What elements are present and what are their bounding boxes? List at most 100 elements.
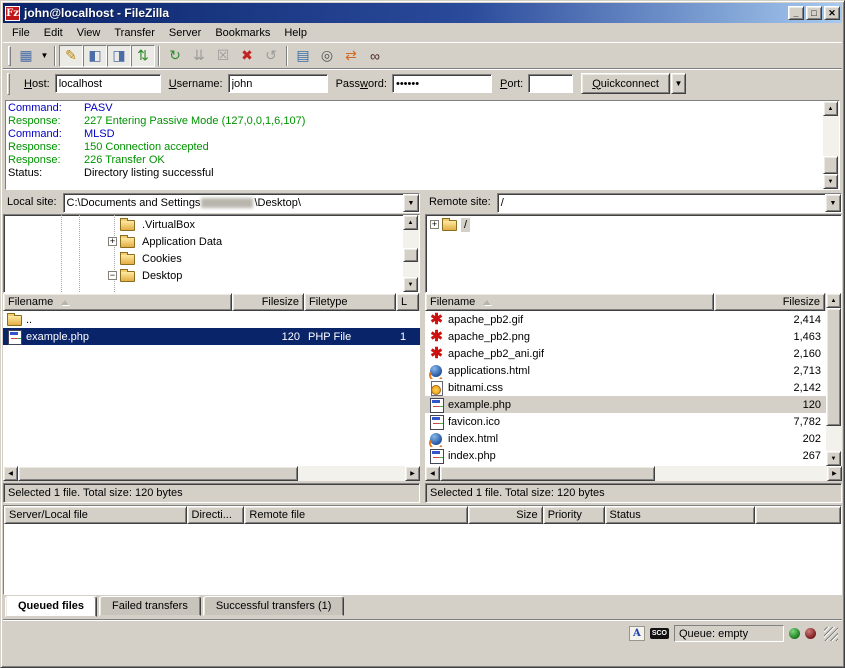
file-row[interactable]: ✱apache_pb2.png1,463 — [425, 328, 826, 345]
maximize-button[interactable]: □ — [806, 6, 822, 20]
tab-successful-transfers-[interactable]: Successful transfers (1) — [203, 596, 345, 616]
file-row[interactable]: .. — [3, 311, 420, 328]
quickconnect-button[interactable]: Quickconnect — [581, 73, 670, 94]
file-row[interactable]: bitnami.css2,142 — [425, 379, 826, 396]
column-header-directi[interactable]: Directi... — [187, 506, 245, 524]
chevron-down-icon[interactable]: ▼ — [403, 194, 419, 212]
send-activity-led-icon — [805, 628, 816, 639]
menu-server[interactable]: Server — [162, 25, 208, 41]
scroll-left-icon[interactable]: ◀ — [425, 466, 440, 481]
local-tree-scrollbar[interactable]: ▲ ▼ — [403, 215, 419, 292]
column-header-serverlocalfile[interactable]: Server/Local file — [4, 506, 187, 524]
scroll-down-icon[interactable]: ▼ — [826, 451, 841, 466]
host-input[interactable] — [55, 74, 161, 93]
tree-item[interactable]: .VirtualBox — [4, 216, 403, 233]
username-input[interactable] — [228, 74, 328, 93]
site-manager-button[interactable]: ▦ — [14, 45, 38, 67]
scroll-up-icon[interactable]: ▲ — [823, 101, 838, 116]
column-header-remotefile[interactable]: Remote file — [244, 506, 467, 524]
scrollbar-thumb[interactable] — [823, 156, 838, 174]
tree-item[interactable]: −Desktop — [4, 267, 403, 284]
scrollbar-thumb[interactable] — [403, 248, 418, 262]
last-modified-cell — [396, 311, 419, 328]
filter-button[interactable]: ▤ — [291, 45, 315, 67]
port-input[interactable] — [528, 74, 573, 93]
remote-list-hscrollbar[interactable]: ◀ ▶ — [425, 466, 842, 481]
column-header-filename[interactable]: Filename — [425, 293, 714, 311]
column-header-filler[interactable] — [755, 506, 841, 524]
remote-site-combo[interactable]: / ▼ — [497, 193, 842, 213]
chevron-down-icon[interactable]: ▼ — [825, 194, 841, 212]
toolbar-grip[interactable] — [8, 46, 11, 66]
password-input[interactable] — [392, 74, 492, 93]
refresh-button[interactable]: ↻ — [163, 45, 187, 67]
toggle-remote-tree-button[interactable]: ◨ — [107, 45, 131, 67]
tree-expander-icon[interactable]: − — [108, 271, 117, 280]
file-row[interactable]: ✱apache_pb2_ani.gif2,160 — [425, 345, 826, 362]
disconnect-button[interactable]: ✖ — [235, 45, 259, 67]
file-row[interactable]: example.php120 — [425, 396, 826, 413]
local-site-combo[interactable]: C:\Documents and Settings\Desktop\ ▼ — [63, 193, 420, 213]
tab-failed-transfers[interactable]: Failed transfers — [99, 596, 201, 616]
toggle-message-log-button[interactable]: ✎ — [59, 45, 83, 67]
compare-button[interactable]: ◎ — [315, 45, 339, 67]
menu-bookmarks[interactable]: Bookmarks — [208, 25, 277, 41]
scrollbar-thumb[interactable] — [18, 466, 298, 481]
tree-item[interactable]: +/ — [426, 216, 841, 233]
menu-file[interactable]: File — [5, 25, 37, 41]
resize-grip[interactable] — [824, 627, 838, 641]
menu-transfer[interactable]: Transfer — [107, 25, 162, 41]
scroll-down-icon[interactable]: ▼ — [823, 174, 838, 189]
column-header-priority[interactable]: Priority — [543, 506, 605, 524]
minimize-button[interactable]: _ — [788, 6, 804, 20]
local-site-pane: Local site: C:\Documents and Settings\De… — [3, 193, 420, 293]
scroll-down-icon[interactable]: ▼ — [403, 277, 418, 292]
toggle-local-tree-button[interactable]: ◧ — [83, 45, 107, 67]
file-row[interactable]: ✱apache_pb2.gif2,414 — [425, 311, 826, 328]
toggle-remote-tree-icon: ◨ — [112, 47, 125, 64]
column-header-filetype[interactable]: Filetype — [304, 293, 396, 311]
chevron-down-icon[interactable]: ▼ — [38, 45, 51, 67]
column-header-status[interactable]: Status — [605, 506, 756, 524]
filter-icon: ▤ — [296, 47, 309, 64]
find-files-button[interactable]: ∞ — [363, 45, 387, 67]
toggle-queue-icon: ⇅ — [137, 47, 149, 64]
column-header-filesize[interactable]: Filesize — [232, 293, 304, 311]
scroll-right-icon[interactable]: ▶ — [405, 466, 420, 481]
log-label: Response: — [8, 141, 84, 154]
remote-list-scrollbar[interactable]: ▲ ▼ — [826, 293, 842, 466]
scroll-right-icon[interactable]: ▶ — [827, 466, 842, 481]
file-row[interactable]: applications.html2,713 — [425, 362, 826, 379]
menu-view[interactable]: View — [70, 25, 108, 41]
column-header-filesize[interactable]: Filesize — [714, 293, 825, 311]
tree-expander-icon[interactable]: + — [108, 237, 117, 246]
process-queue-icon: ⇊ — [193, 47, 205, 64]
menu-edit[interactable]: Edit — [37, 25, 70, 41]
file-name-cell: applications.html — [425, 362, 714, 379]
column-header-size[interactable]: Size — [468, 506, 543, 524]
menu-help[interactable]: Help — [277, 25, 314, 41]
file-row[interactable]: favicon.ico7,782 — [425, 413, 826, 430]
scroll-up-icon[interactable]: ▲ — [826, 293, 841, 308]
sync-browse-icon: ⇄ — [345, 47, 357, 64]
scrollbar-thumb[interactable] — [440, 466, 655, 481]
file-row[interactable]: example.php120PHP File1 — [3, 328, 420, 345]
tree-expander-icon[interactable]: + — [430, 220, 439, 229]
tree-item[interactable]: Cookies — [4, 250, 403, 267]
quickconnect-grip[interactable] — [7, 73, 10, 95]
local-list-hscrollbar[interactable]: ◀ ▶ — [3, 466, 420, 481]
scroll-left-icon[interactable]: ◀ — [3, 466, 18, 481]
file-row[interactable]: index.php267 — [425, 447, 826, 464]
column-header-l[interactable]: L — [396, 293, 419, 311]
toggle-queue-button[interactable]: ⇅ — [131, 45, 155, 67]
scrollbar-thumb[interactable] — [826, 308, 841, 426]
tab-queued-files[interactable]: Queued files — [5, 596, 97, 617]
message-log-scrollbar[interactable]: ▲ ▼ — [823, 101, 839, 189]
sync-browse-button[interactable]: ⇄ — [339, 45, 363, 67]
quickconnect-dropdown[interactable]: ▼ — [671, 73, 686, 94]
file-row[interactable]: index.html202 — [425, 430, 826, 447]
column-header-filename[interactable]: Filename — [3, 293, 232, 311]
close-button[interactable]: ✕ — [824, 6, 840, 20]
scroll-up-icon[interactable]: ▲ — [403, 215, 418, 230]
tree-item[interactable]: +Application Data — [4, 233, 403, 250]
